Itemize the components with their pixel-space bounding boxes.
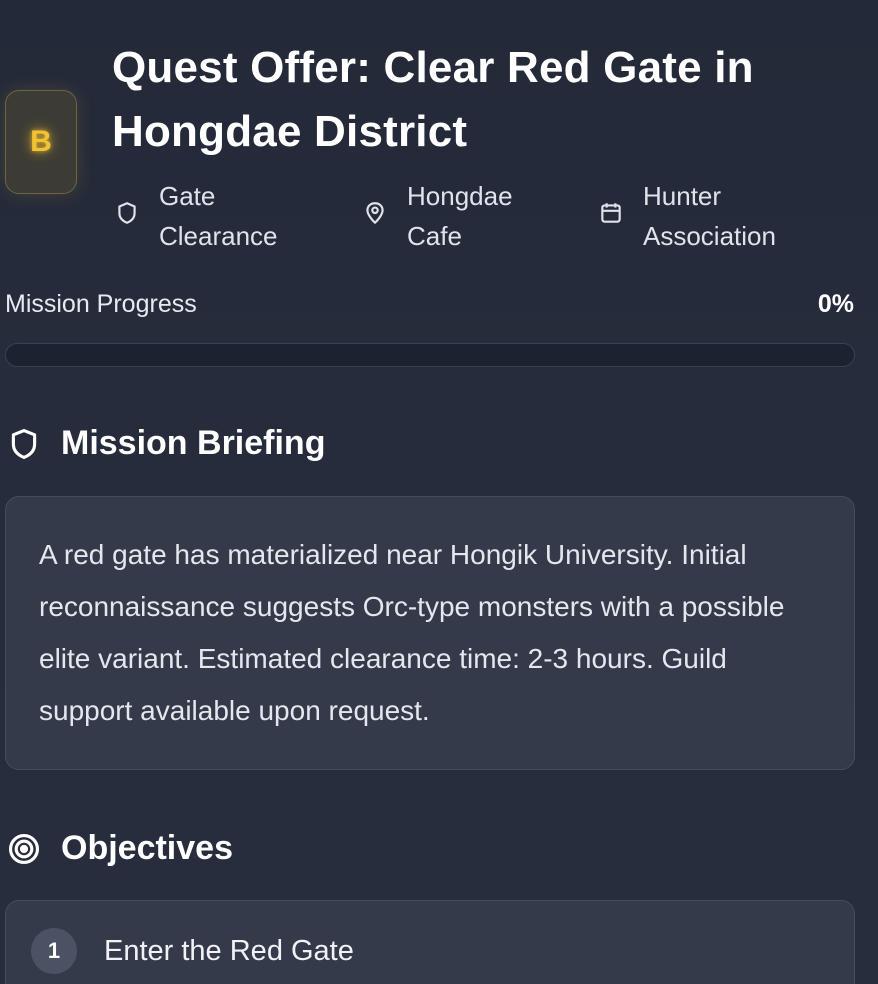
meta-type: Gate Clearance	[114, 176, 309, 256]
shield-icon	[114, 200, 140, 226]
rank-badge: B	[5, 90, 77, 194]
objective-item[interactable]: 1 Enter the Red Gate	[31, 928, 354, 974]
meta-location-label: Hongdae Cafe	[407, 181, 513, 251]
briefing-card: A red gate has materialized near Hongik …	[5, 496, 855, 770]
rank-letter: B	[30, 125, 52, 158]
calendar-icon	[598, 200, 624, 226]
target-icon	[7, 832, 41, 866]
briefing-heading-label: Mission Briefing	[61, 424, 326, 462]
meta-issuer: Hunter Association	[598, 176, 813, 256]
meta-type-label: Gate Clearance	[159, 181, 278, 251]
progress-bar	[5, 343, 855, 367]
shield-icon	[7, 427, 41, 461]
progress-label: Mission Progress	[5, 290, 197, 318]
meta-issuer-label: Hunter Association	[643, 181, 776, 251]
meta-location: Hongdae Cafe	[362, 176, 557, 256]
briefing-text: A red gate has materialized near Hongik …	[39, 539, 785, 726]
objective-text: Enter the Red Gate	[104, 934, 354, 967]
briefing-heading: Mission Briefing	[7, 424, 325, 463]
map-pin-icon	[362, 200, 388, 226]
quest-offer-panel: B Quest Offer: Clear Red Gate in Hongdae…	[0, 0, 878, 984]
objectives-heading: Objectives	[7, 829, 233, 868]
objective-number: 1	[31, 928, 77, 974]
objectives-card: 1 Enter the Red Gate	[5, 900, 855, 984]
progress-value: 0%	[817, 290, 854, 318]
objectives-heading-label: Objectives	[61, 829, 233, 867]
quest-title: Quest Offer: Clear Red Gate in Hongdae D…	[112, 43, 754, 156]
